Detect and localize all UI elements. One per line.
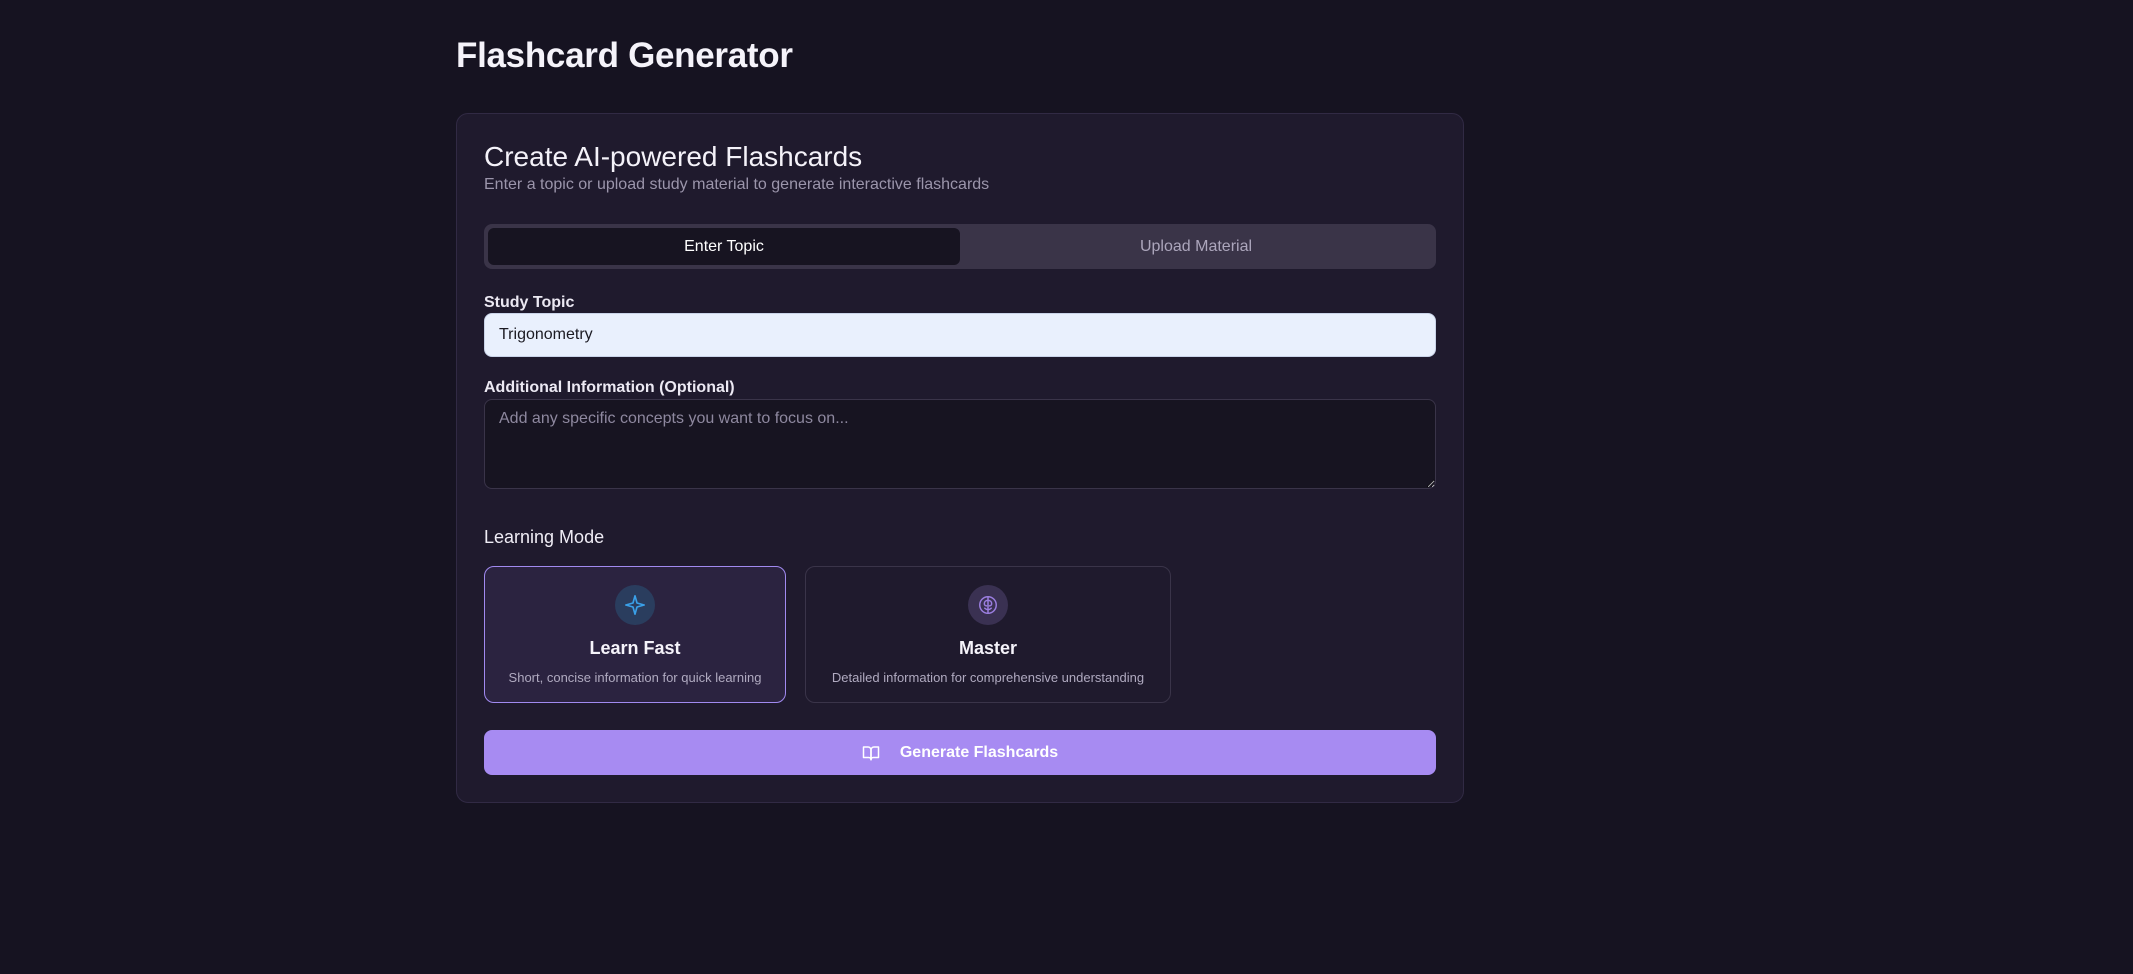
page-title: Flashcard Generator — [456, 36, 793, 75]
learning-mode-heading: Learning Mode — [484, 527, 605, 547]
study-topic-input[interactable] — [484, 313, 1436, 357]
additional-info-textarea[interactable] — [484, 399, 1436, 489]
mode-description: Short, concise information for quick lea… — [508, 670, 762, 685]
tab-upload-material[interactable]: Upload Material — [960, 228, 1432, 265]
mode-option-master[interactable]: Master Detailed information for comprehe… — [805, 566, 1171, 703]
mode-title: Master — [958, 638, 1018, 658]
study-topic-label: Study Topic — [484, 294, 575, 311]
brain-icon — [968, 585, 1008, 625]
generate-flashcards-button[interactable]: Generate Flashcards — [484, 730, 1436, 775]
input-mode-tabs: Enter Topic Upload Material — [484, 224, 1436, 269]
book-open-icon — [862, 745, 880, 761]
mode-title: Learn Fast — [589, 638, 681, 658]
mode-option-learn-fast[interactable]: Learn Fast Short, concise information fo… — [484, 566, 786, 703]
mode-description: Detailed information for comprehensive u… — [831, 670, 1145, 685]
generator-card: Create AI-powered Flashcards Enter a top… — [456, 113, 1464, 803]
generate-button-label: Generate Flashcards — [899, 743, 1059, 761]
sparkle-icon — [615, 585, 655, 625]
card-title: Create AI-powered Flashcards — [484, 141, 863, 172]
tab-enter-topic[interactable]: Enter Topic — [488, 228, 960, 265]
additional-info-label: Additional Information (Optional) — [484, 379, 735, 396]
card-subtitle: Enter a topic or upload study material t… — [484, 176, 990, 193]
